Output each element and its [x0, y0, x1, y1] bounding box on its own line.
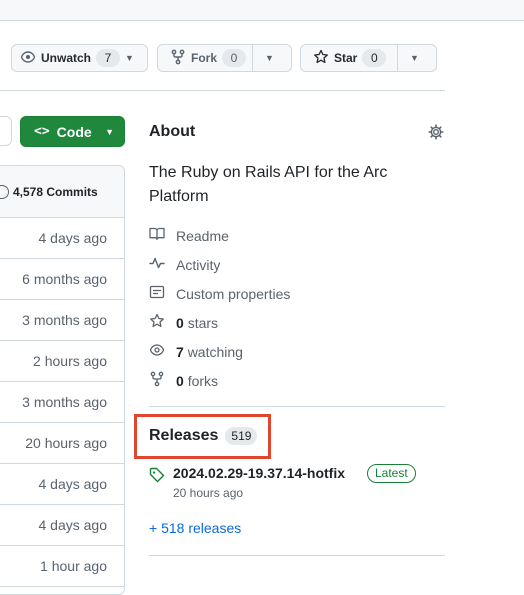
- fork-count: 0: [222, 49, 247, 67]
- fork-button[interactable]: Fork 0: [158, 45, 252, 71]
- star-icon: [313, 49, 329, 68]
- stars-link[interactable]: 0 stars: [149, 313, 218, 332]
- note-icon: [149, 284, 165, 303]
- fork-label: Fork: [191, 51, 218, 65]
- file-row[interactable]: 3 months ago: [0, 300, 124, 341]
- commits-link[interactable]: 4,578 Commits: [13, 185, 98, 199]
- star-count: 0: [362, 49, 387, 67]
- watching-link[interactable]: 7 watching: [149, 342, 243, 361]
- unwatch-label: Unwatch: [41, 51, 92, 65]
- file-row-time: 2 hours ago: [33, 353, 107, 369]
- more-releases-link[interactable]: + 518 releases: [149, 520, 241, 536]
- file-list-header: 4,578 Commits: [0, 166, 124, 218]
- go-to-file-input[interactable]: [0, 116, 12, 146]
- code-icon: <>: [34, 124, 50, 139]
- file-row-time: 4 days ago: [38, 230, 108, 246]
- code-button[interactable]: <> Code ▼: [20, 116, 125, 147]
- file-row[interactable]: 20 hours ago: [0, 423, 124, 464]
- gear-icon[interactable]: [428, 124, 444, 140]
- star-button-group: Star 0 ▼: [300, 44, 437, 72]
- file-row-time: 6 months ago: [22, 271, 107, 287]
- star-button[interactable]: Star 0: [301, 45, 397, 71]
- file-row-time: 20 hours ago: [25, 435, 107, 451]
- release-time: 20 hours ago: [173, 486, 244, 500]
- file-row[interactable]: 4 days ago: [0, 464, 124, 505]
- chevron-down-icon: ▼: [105, 126, 114, 137]
- fork-icon: [149, 371, 165, 390]
- chevron-down-icon: ▼: [265, 53, 274, 63]
- file-row[interactable]: 2 hours ago: [0, 341, 124, 382]
- file-row[interactable]: 6 months ago: [0, 259, 124, 300]
- file-row-time: 3 months ago: [22, 312, 107, 328]
- forks-link[interactable]: 0 forks: [149, 371, 218, 390]
- file-row[interactable]: 4 days ago: [0, 218, 124, 259]
- repo-description: The Ruby on Rails API for the Arc Platfo…: [149, 164, 388, 205]
- header-divider: [0, 90, 445, 91]
- pulse-icon: [149, 255, 165, 274]
- file-row-time: 4 days ago: [38, 476, 108, 492]
- file-row-time: 3 months ago: [22, 394, 107, 410]
- custom-properties-link[interactable]: Custom properties: [149, 284, 290, 303]
- forks-count: 0: [176, 372, 184, 389]
- book-icon: [149, 226, 165, 245]
- custom-properties-label: Custom properties: [176, 285, 291, 302]
- latest-release-link[interactable]: 2024.02.29-19.37.14-hotfix: [173, 465, 345, 481]
- forks-label: forks: [187, 372, 219, 389]
- activity-link[interactable]: Activity: [149, 255, 220, 274]
- file-row[interactable]: 3 months ago: [0, 382, 124, 423]
- eye-icon: [149, 342, 165, 361]
- unwatch-button[interactable]: Unwatch 7 ▼: [11, 44, 148, 72]
- sidebar-divider: [149, 406, 445, 407]
- file-row-time: 1 hour ago: [40, 558, 107, 574]
- about-heading: About: [149, 123, 196, 140]
- stars-label: stars: [187, 314, 219, 331]
- watching-label: watching: [187, 343, 243, 360]
- top-header-bar: [0, 0, 524, 21]
- readme-label: Readme: [176, 227, 229, 244]
- star-icon: [149, 313, 165, 332]
- history-icon: [0, 184, 9, 199]
- fork-button-group: Fork 0 ▼: [157, 44, 292, 72]
- unwatch-count: 7: [96, 49, 121, 67]
- fork-icon: [170, 49, 186, 68]
- tag-icon: [149, 467, 165, 483]
- code-button-label: Code: [56, 123, 92, 140]
- eye-icon: [20, 49, 36, 68]
- sidebar-divider: [149, 555, 445, 556]
- file-row-time: 4 days ago: [38, 517, 108, 533]
- releases-heading[interactable]: Releases 519: [149, 427, 258, 445]
- latest-badge: Latest: [367, 464, 416, 483]
- file-row[interactable]: 4 days ago: [0, 505, 124, 546]
- activity-label: Activity: [176, 256, 221, 273]
- file-list: 4,578 Commits 4 days ago 6 months ago 3 …: [0, 165, 125, 595]
- watching-count: 7: [176, 343, 184, 360]
- star-label: Star: [334, 51, 358, 65]
- chevron-down-icon: ▼: [125, 53, 134, 63]
- releases-title: Releases: [149, 427, 219, 444]
- stars-count: 0: [176, 314, 184, 331]
- readme-link[interactable]: Readme: [149, 226, 229, 245]
- fork-dropdown-button[interactable]: ▼: [253, 45, 286, 71]
- star-dropdown-button[interactable]: ▼: [398, 45, 431, 71]
- releases-count: 519: [225, 427, 258, 445]
- file-row[interactable]: 1 hour ago: [0, 546, 124, 587]
- chevron-down-icon: ▼: [410, 53, 419, 63]
